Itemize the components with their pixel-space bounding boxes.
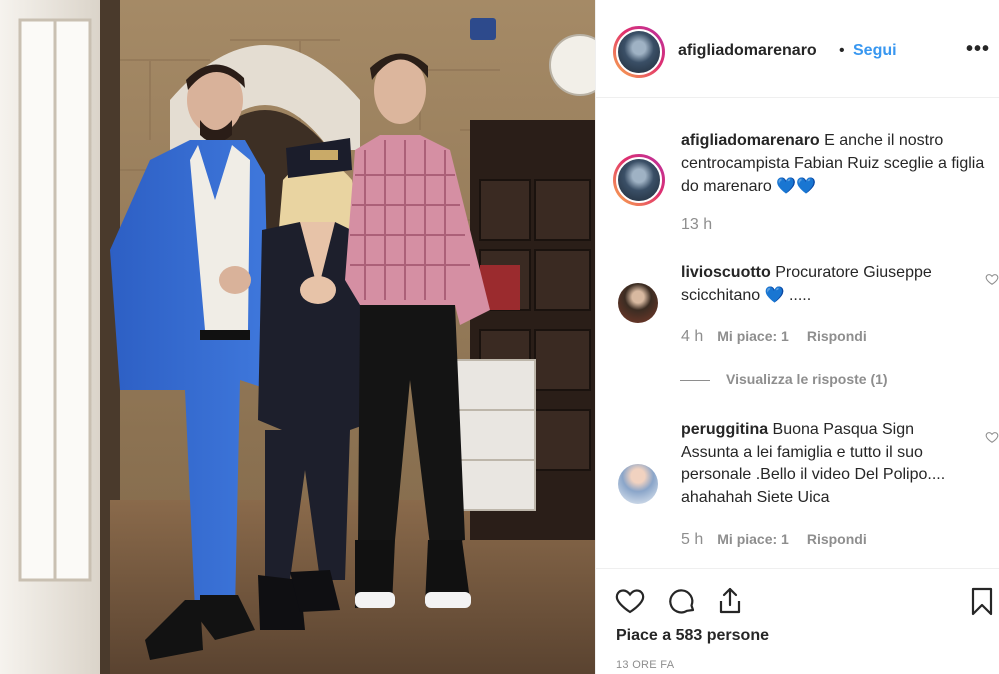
comment-avatar[interactable] <box>618 464 658 504</box>
comment: livioscuotto Procuratore Giuseppe scicch… <box>681 262 971 307</box>
view-replies-button[interactable]: Visualizza le risposte (1) <box>680 371 888 387</box>
comment-icon[interactable] <box>666 585 698 617</box>
comment-like-heart-icon[interactable] <box>985 272 999 286</box>
post-details-panel: afigliadomarenaro • Segui ••• afigliadom… <box>595 0 999 674</box>
comment-username[interactable]: peruggitina <box>681 421 768 438</box>
post-timestamp[interactable]: 13 ORE FA <box>616 659 674 671</box>
likes-count[interactable]: Piace a 583 persone <box>616 627 769 645</box>
more-options-icon[interactable]: ••• <box>966 38 990 61</box>
author-username[interactable]: afigliadomarenaro <box>678 42 817 60</box>
comment-meta: 4 h Mi piace: 1 Rispondi <box>681 328 885 346</box>
caption-username[interactable]: afigliadomarenaro <box>681 132 820 149</box>
comment-text-tail: ..... <box>784 286 812 304</box>
separator-dot: • <box>839 42 845 59</box>
blue-heart-emoji: 💙💙 <box>776 178 817 195</box>
comment-avatar[interactable] <box>618 283 658 323</box>
blue-heart-emoji: 💙 <box>764 286 785 304</box>
bookmark-icon[interactable] <box>966 585 998 617</box>
comment: peruggitina Buona Pasqua Sign Assunta a … <box>681 419 971 509</box>
replies-line <box>680 379 710 381</box>
comment-likes[interactable]: Mi piace: 1 <box>717 328 789 344</box>
caption-avatar[interactable] <box>613 154 665 206</box>
comment-meta: 5 h Mi piace: 1 Rispondi <box>681 531 885 549</box>
reply-button[interactable]: Rispondi <box>807 531 867 547</box>
comment-time[interactable]: 5 h <box>681 531 703 548</box>
comment-username[interactable]: livioscuotto <box>681 264 771 281</box>
post-actions: Piace a 583 persone 13 ORE FA <box>596 568 999 674</box>
comment-like-heart-icon[interactable] <box>985 430 999 444</box>
caption: afigliadomarenaro E anche il nostro cent… <box>681 129 986 198</box>
post-header: afigliadomarenaro • Segui ••• <box>596 0 999 98</box>
view-replies-label: Visualizza le risposte (1) <box>726 371 888 387</box>
post-photo[interactable] <box>0 0 595 674</box>
photo-illustration <box>0 0 595 674</box>
caption-time[interactable]: 13 h <box>681 216 712 234</box>
heart-icon[interactable] <box>614 585 646 617</box>
share-icon[interactable] <box>714 585 746 617</box>
reply-button[interactable]: Rispondi <box>807 328 867 344</box>
author-avatar[interactable] <box>613 26 665 78</box>
comment-likes[interactable]: Mi piace: 1 <box>717 531 789 547</box>
follow-button[interactable]: Segui <box>853 42 897 60</box>
comment-time[interactable]: 4 h <box>681 328 703 345</box>
